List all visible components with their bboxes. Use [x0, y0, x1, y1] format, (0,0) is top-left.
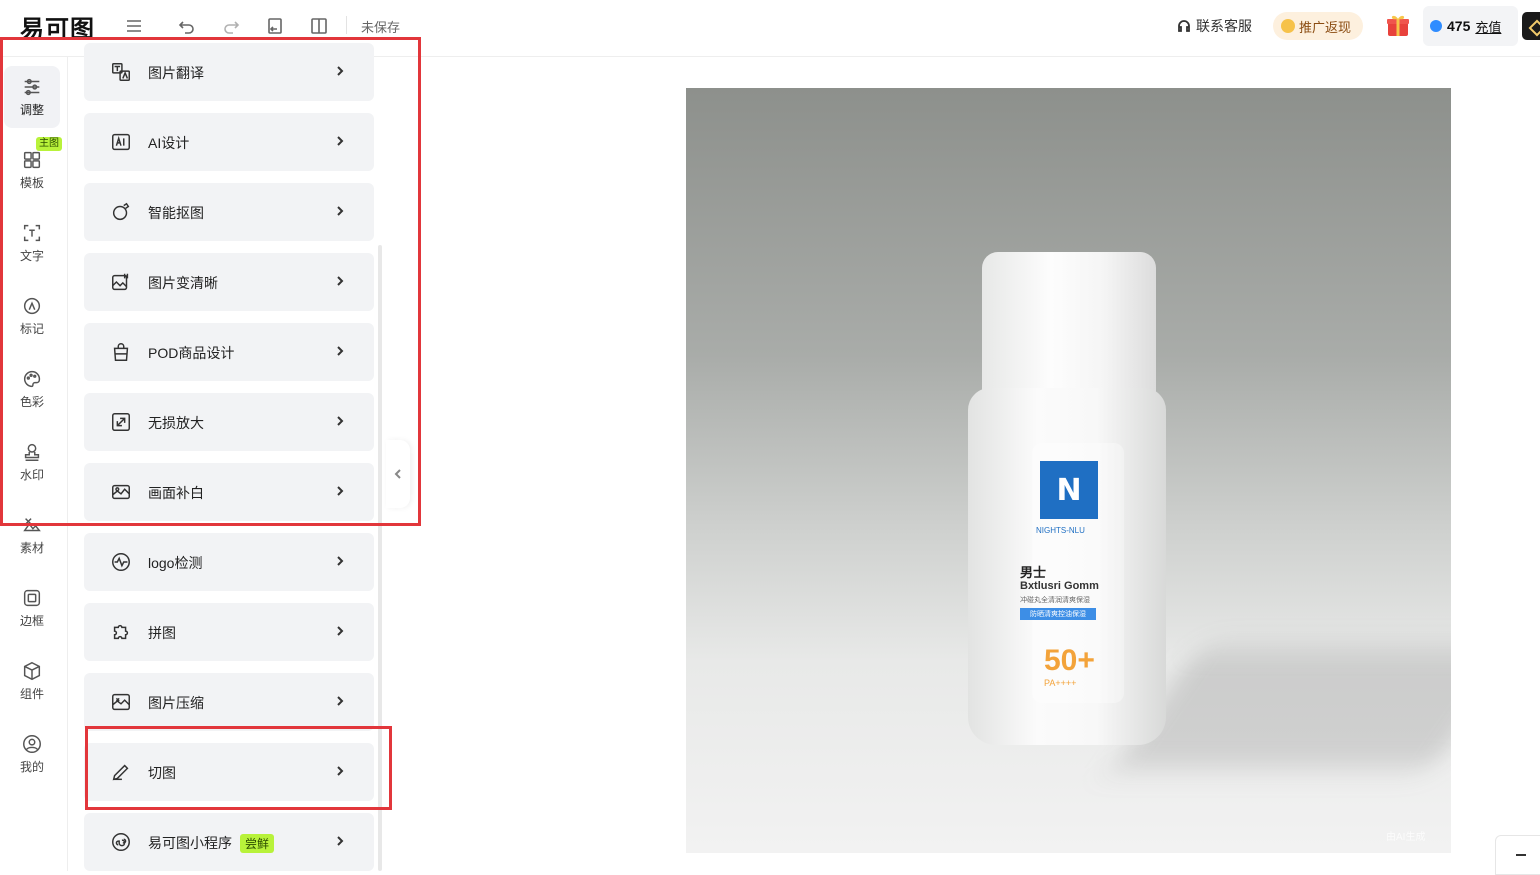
save-status: 未保存 [361, 20, 401, 35]
rail-item-label: 组件 [19, 687, 44, 701]
product-small-text: 冲碰丸全清润清爽保湿 [1020, 597, 1090, 604]
product-subtitle: Bxtlusri Gomm [1020, 580, 1099, 592]
support-button[interactable]: 联系客服 [1176, 16, 1252, 36]
highlight-box-slice [85, 726, 392, 810]
spf-sub: PA++++ [1044, 678, 1077, 688]
promo-button[interactable]: 推广返现 [1273, 12, 1364, 40]
compress-icon [112, 693, 130, 711]
balance-value: 475 [1447, 18, 1471, 34]
brand-logo: N [1040, 461, 1098, 519]
tool-label: logo检测 [148, 555, 203, 571]
minimize-button[interactable] [1495, 835, 1540, 875]
tool-card-compress[interactable]: 图片压缩 [84, 673, 374, 731]
gift-icon[interactable] [1385, 12, 1411, 38]
spf-value: 50+ [1044, 644, 1095, 677]
rail-item-label: 素材 [19, 541, 44, 555]
history-icon[interactable] [263, 14, 287, 38]
rail-item-9[interactable]: 组件 [4, 650, 60, 712]
frame-icon [23, 589, 41, 607]
user-icon [23, 735, 41, 753]
rail-item-8[interactable]: 边框 [4, 577, 60, 639]
chevron-right-icon [334, 691, 346, 712]
balance-box: 475 充值 [1423, 6, 1518, 46]
undo-icon[interactable] [175, 14, 199, 38]
rail-item-label: 我的 [19, 760, 44, 774]
ai-watermark: 由AI生成 [1386, 832, 1426, 843]
vip-icon[interactable] [1522, 12, 1540, 40]
rail-item-label: 边框 [19, 614, 44, 628]
diamond-icon [1430, 20, 1442, 32]
tool-label: 易可图小程序 尝鲜 [148, 833, 275, 853]
tool-card-miniprogram[interactable]: 易可图小程序 尝鲜 [84, 813, 374, 871]
detect-icon [112, 553, 130, 571]
chevron-right-icon [334, 831, 346, 852]
miniprogram-icon [112, 833, 130, 851]
coin-icon [1281, 19, 1295, 33]
canvas-image[interactable]: N NIGHTS-NLU 男士 Bxtlusri Gomm 冲碰丸全清润清爽保湿… [686, 88, 1451, 853]
tool-card-detect[interactable]: logo检测 [84, 533, 374, 591]
promo-label: 推广返现 [1299, 19, 1352, 35]
tool-label: 拼图 [148, 625, 176, 641]
rail-item-10[interactable]: 我的 [4, 723, 60, 785]
compare-icon[interactable] [307, 14, 331, 38]
product-title: 男士 [1020, 565, 1047, 580]
headset-icon [1178, 20, 1190, 32]
tool-card-puzzle[interactable]: 拼图 [84, 603, 374, 661]
bottle-body: N NIGHTS-NLU 男士 Bxtlusri Gomm 冲碰丸全清润清爽保湿… [968, 388, 1166, 745]
product-bar: 防晒清爽控油保湿 [1020, 608, 1096, 620]
bottle-cap [982, 252, 1156, 402]
redo-icon[interactable] [219, 14, 243, 38]
chevron-right-icon [334, 621, 346, 642]
highlight-box-tools [0, 37, 421, 526]
box-icon [23, 661, 41, 681]
chevron-right-icon [334, 551, 346, 572]
new-badge: 尝鲜 [240, 834, 275, 853]
support-label: 联系客服 [1196, 18, 1252, 34]
tool-label: 图片压缩 [148, 695, 204, 711]
recharge-link[interactable]: 充值 [1475, 17, 1501, 36]
toolbar-divider [346, 16, 347, 34]
brand-name: NIGHTS-NLU [1036, 526, 1085, 535]
menu-icon[interactable] [122, 14, 146, 38]
puzzle-icon [113, 624, 129, 640]
